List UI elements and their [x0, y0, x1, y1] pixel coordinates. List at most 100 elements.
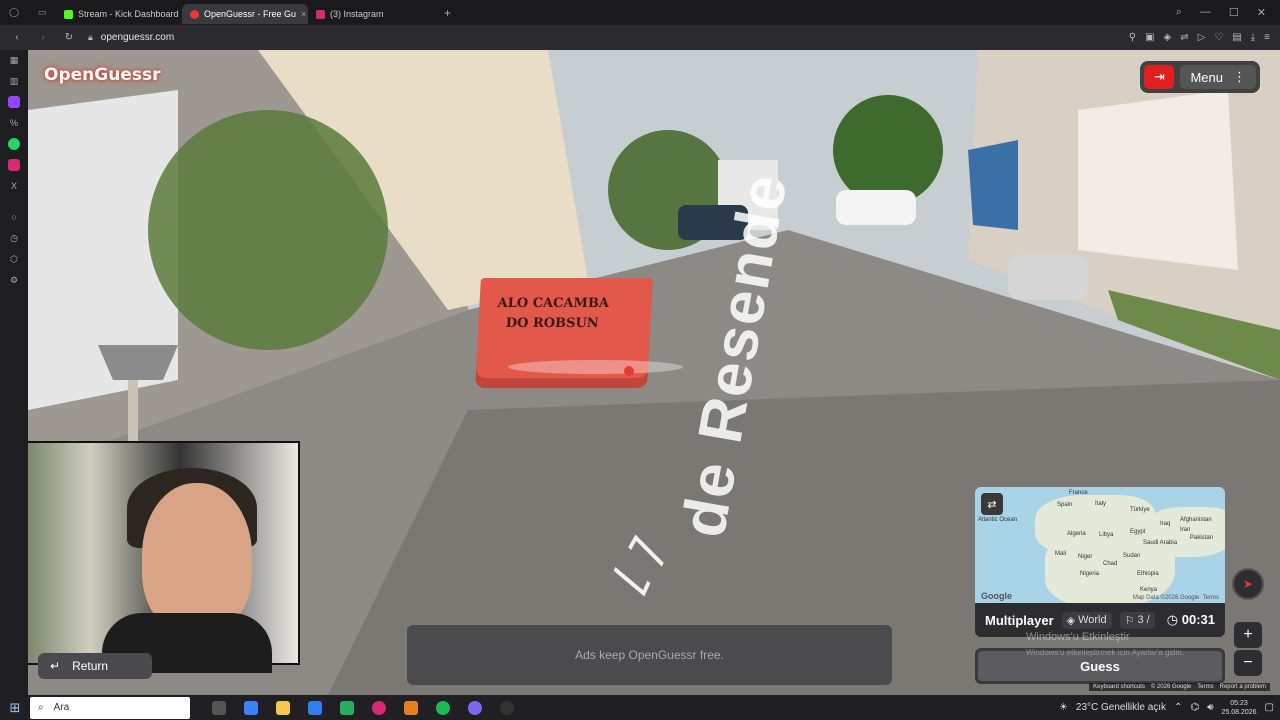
openguessr-logo[interactable]: OpenGuessr [44, 65, 160, 85]
taskbar-search[interactable]: ⌕ Ara [30, 696, 190, 719]
pano-cursor-dot [624, 366, 634, 376]
weather-icon: ☀ [1058, 702, 1068, 713]
clock-date: 25.08.2026 [1221, 708, 1257, 716]
browser-sidebar: ▦ ▥ % X ○ ◷ ⬡ ⚙ [0, 50, 28, 695]
map-label: Atlantic Ocean [978, 517, 1018, 523]
exit-button[interactable]: ⇥ [1144, 65, 1175, 89]
tab-overview-icon[interactable]: ▭ [28, 0, 56, 25]
map-label: Mali [1055, 551, 1067, 557]
copyright: © 2026 Google [1150, 684, 1192, 690]
new-tab-button[interactable]: + [434, 6, 461, 20]
close-tab-icon[interactable]: × [301, 9, 306, 19]
map-label: Kenya [1140, 587, 1158, 593]
heart-icon[interactable]: ♡ [1214, 32, 1223, 43]
report-problem-link[interactable]: Report a problem [1220, 684, 1266, 690]
news-icon[interactable]: ▥ [8, 75, 20, 87]
back-icon[interactable]: ‹ [8, 32, 26, 43]
spotify-icon[interactable] [436, 700, 450, 715]
minimize-icon[interactable]: — [1200, 6, 1211, 19]
search-icon[interactable]: ⌕ [1176, 6, 1182, 19]
task-view-icon[interactable] [212, 700, 226, 715]
instagram-sidebar-icon[interactable] [8, 159, 20, 171]
tab-openguessr[interactable]: OpenGuessr - Free Gu × [182, 4, 308, 24]
x-icon[interactable]: X [8, 180, 20, 192]
browser-menu-icon[interactable]: ◯ [0, 0, 28, 25]
snapshot-icon[interactable]: ▣ [1145, 32, 1154, 43]
clock-icon: ◷ [1166, 612, 1182, 627]
player-icon[interactable]: ○ [8, 211, 20, 223]
discord-icon[interactable] [468, 700, 482, 715]
tray-chevron-icon[interactable]: ⌃ [1174, 702, 1182, 713]
reload-icon[interactable]: ↻ [60, 32, 78, 43]
volume-icon[interactable]: 🔊︎ [1207, 702, 1213, 713]
play-icon[interactable]: ▷ [1198, 32, 1206, 43]
windows-start-icon[interactable]: ⊞ [0, 700, 30, 716]
weather-text[interactable]: 23°C Genellikle açık [1076, 702, 1166, 713]
tab-instagram[interactable]: (3) Instagram [308, 4, 434, 24]
flow-icon[interactable]: ⇌ [1180, 32, 1188, 43]
pin-icon[interactable]: ⚲ [1129, 32, 1136, 43]
file-explorer-icon[interactable] [276, 700, 290, 715]
instagram-icon [316, 9, 325, 19]
map-label: Niger [1078, 554, 1093, 560]
taskbar-clock[interactable]: 05:23 25.08.2026 [1222, 699, 1257, 717]
search-placeholder: Ara [53, 702, 70, 713]
windows-activation-title: Windows'u Etkinleştir [1026, 631, 1130, 643]
extensions-icon[interactable]: ⬡ [8, 253, 20, 265]
exit-icon: ⇥ [1154, 69, 1165, 84]
map-label: Iraq [1160, 521, 1171, 527]
map-resize-icon[interactable]: ⇄ [981, 493, 1003, 515]
shield-icon[interactable]: ◈ [1164, 32, 1172, 43]
return-icon: ↵ [50, 659, 61, 673]
map-label: France [1069, 490, 1088, 496]
menu-icon[interactable]: ≡ [1264, 32, 1270, 43]
street-view-panorama[interactable]: OpenGuessr ⇥ Menu ⋮ ALO CACAMBA DO ROBSU… [28, 50, 1280, 695]
return-button[interactable]: ↵ Return [38, 653, 152, 679]
app-icon[interactable] [404, 700, 418, 715]
tab-kick[interactable]: Stream - Kick Dashboard [56, 4, 182, 24]
tab-label: OpenGuessr - Free Gu [204, 9, 297, 19]
map-label: Nigeria [1080, 571, 1100, 577]
messenger-icon[interactable]: ▦ [8, 54, 20, 66]
windows-activation-sub: Windows'u etkinleştirmek için Ayarlar'a … [1026, 648, 1185, 657]
store-icon[interactable] [340, 700, 354, 715]
history-icon[interactable]: ◷ [8, 232, 20, 244]
menu-button[interactable]: Menu ⋮ [1180, 65, 1256, 89]
copilot-icon[interactable] [244, 700, 258, 715]
webcam-person-face [142, 483, 252, 633]
return-label: Return [72, 659, 109, 673]
zoom-out-button[interactable]: − [1234, 650, 1262, 676]
wallet-icon[interactable]: ▤ [1232, 32, 1241, 43]
map-label: Italy [1095, 501, 1107, 507]
url-field[interactable]: openguessr.com [101, 32, 174, 43]
region-badge[interactable]: ◈ World [1061, 611, 1112, 629]
tab-label: (3) Instagram [330, 9, 384, 19]
clock-time: 05:23 [1230, 699, 1248, 707]
keyboard-shortcuts-link[interactable]: Keyboard shortcuts [1093, 684, 1145, 690]
streamer-webcam [28, 441, 300, 673]
close-window-icon[interactable]: ✕ [1257, 6, 1266, 19]
maximize-icon[interactable]: ☐ [1229, 6, 1239, 19]
network-icon[interactable]: ⌬ [1190, 702, 1199, 713]
map-label: Türkiye [1130, 507, 1150, 513]
twitch-icon[interactable] [8, 96, 20, 108]
zoom-in-button[interactable]: + [1234, 622, 1262, 648]
map-attribution: Map Data ©2026 Google Terms [1132, 595, 1219, 601]
settings-icon[interactable]: ⚙ [8, 274, 20, 286]
google-logo: Google [981, 591, 1012, 601]
ai-icon[interactable]: % [8, 117, 20, 129]
whatsapp-icon[interactable] [8, 138, 20, 150]
terms-link[interactable]: Terms [1197, 684, 1213, 690]
obs-icon[interactable] [500, 700, 514, 715]
notifications-icon[interactable]: ▢ [1265, 702, 1274, 713]
guess-map[interactable]: France Spain Italy Türkiye Iraq Iran Alg… [975, 487, 1225, 603]
forward-icon[interactable]: › [34, 32, 52, 43]
mail-icon[interactable] [308, 700, 322, 715]
lock-icon: 🔒︎ [88, 32, 93, 42]
compass-icon[interactable]: ➤ [1232, 568, 1264, 600]
download-icon[interactable]: ⤓ [1251, 32, 1255, 43]
search-icon: ⌕ [38, 702, 44, 713]
opera-icon[interactable] [372, 700, 386, 715]
map-label: Sudan [1123, 553, 1141, 559]
round-timer: ◷ 00:31 [1166, 612, 1215, 627]
